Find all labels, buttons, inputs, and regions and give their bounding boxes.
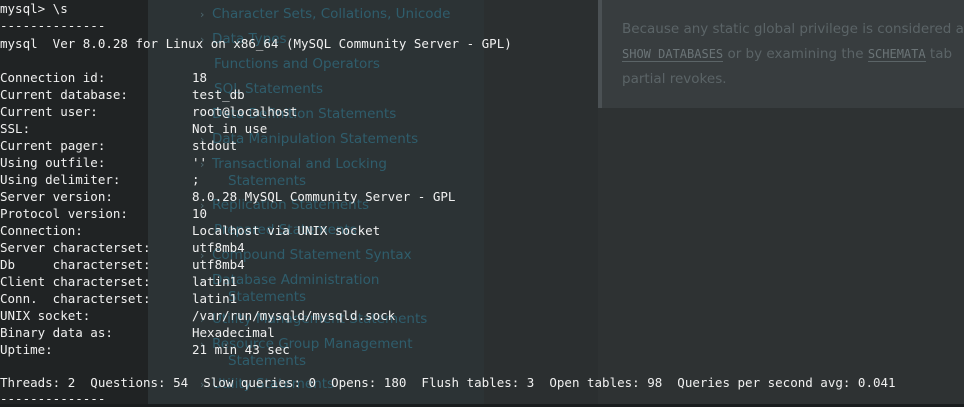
status-value: 18: [192, 70, 208, 85]
status-row: Current pager: stdout: [0, 137, 237, 154]
status-label: Client characterset:: [0, 274, 151, 289]
status-value: stdout: [192, 138, 238, 153]
status-row: Current user: root@localhost: [0, 103, 297, 120]
status-label: Db characterset:: [0, 257, 151, 272]
terminal-separator-top: --------------: [0, 18, 106, 33]
status-value: Localhost via UNIX socket: [192, 223, 381, 238]
status-label: Connection id:: [0, 70, 106, 85]
status-label: Current user:: [0, 104, 98, 119]
status-row: Binary data as: Hexadecimal: [0, 324, 275, 341]
status-label: Binary data as:: [0, 325, 113, 340]
status-row: SSL: Not in use: [0, 120, 267, 137]
status-label: Protocol version:: [0, 206, 128, 221]
status-value: Not in use: [192, 121, 268, 136]
status-value: 8.0.28 MySQL Community Server - GPL: [192, 189, 456, 204]
status-row: Using delimiter:;: [0, 171, 200, 188]
status-row: Connection: Localhost via UNIX socket: [0, 222, 380, 239]
status-value: Hexadecimal: [192, 325, 275, 340]
status-row: UNIX socket: /var/run/mysqld/mysqld.sock: [0, 307, 395, 324]
status-row: Current database: test_db: [0, 86, 245, 103]
status-row: Uptime: 21 min 43 sec: [0, 341, 290, 358]
status-row: Server characterset: utf8mb4: [0, 239, 245, 256]
status-label: Conn. characterset:: [0, 291, 151, 306]
status-value: ;: [192, 172, 200, 187]
status-label: Current database:: [0, 87, 128, 102]
status-label: Using delimiter:: [0, 172, 121, 187]
status-row: Using outfile: '': [0, 154, 207, 171]
mysql-terminal[interactable]: mysql> \s -------------- mysql Ver 8.0.2…: [0, 0, 964, 406]
status-value: '': [192, 155, 208, 170]
status-value: utf8mb4: [192, 240, 245, 255]
status-label: Uptime:: [0, 342, 53, 357]
status-row: Connection id: 18: [0, 69, 207, 86]
status-value: utf8mb4: [192, 257, 245, 272]
status-label: Connection:: [0, 223, 83, 238]
status-label: Using outfile:: [0, 155, 106, 170]
status-value: latin1: [192, 274, 238, 289]
status-row: Db characterset: utf8mb4: [0, 256, 245, 273]
status-row: Protocol version: 10: [0, 205, 207, 222]
terminal-threads-line: Threads: 2 Questions: 54 Slow queries: 0…: [0, 375, 896, 390]
status-value: root@localhost: [192, 104, 298, 119]
status-label: UNIX socket:: [0, 308, 91, 323]
status-value: /var/run/mysqld/mysqld.sock: [192, 308, 396, 323]
status-label: Current pager:: [0, 138, 106, 153]
terminal-separator-bottom: --------------: [0, 391, 106, 406]
status-value: 21 min 43 sec: [192, 342, 290, 357]
status-value: latin1: [192, 291, 238, 306]
terminal-version-line: mysql Ver 8.0.28 for Linux on x86_64 (My…: [0, 36, 512, 51]
terminal-prompt-line: mysql> \s: [0, 1, 68, 16]
status-row: Server version: 8.0.28 MySQL Community Se…: [0, 188, 455, 205]
status-label: Server characterset:: [0, 240, 151, 255]
status-row: Client characterset: latin1: [0, 273, 237, 290]
status-row: Conn. characterset: latin1: [0, 290, 237, 307]
status-label: Server version:: [0, 189, 113, 204]
status-label: SSL:: [0, 121, 31, 136]
status-value: 10: [192, 206, 208, 221]
status-value: test_db: [192, 87, 245, 102]
